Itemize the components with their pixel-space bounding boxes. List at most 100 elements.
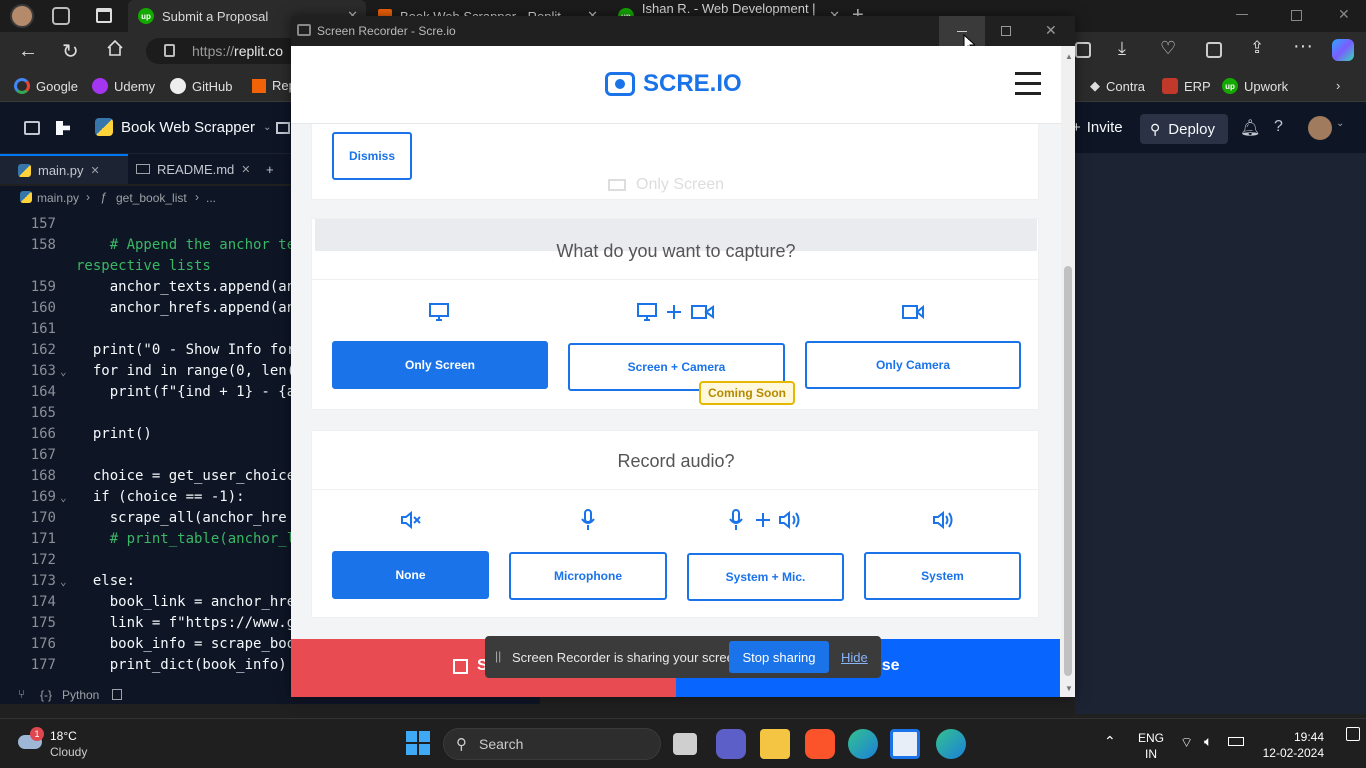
project-selector[interactable]: Book Web Scrapper ⌄ (95, 118, 271, 136)
code-line: print_dict(book_info) (76, 657, 287, 673)
dismiss-button[interactable]: Dismiss (332, 132, 412, 180)
fold-chevron-icon[interactable]: ⌄ (60, 365, 67, 378)
notification-center-icon[interactable] (1346, 727, 1360, 741)
sidebar-toggle-icon[interactable] (24, 121, 40, 135)
workspaces-icon[interactable] (52, 7, 70, 25)
home-icon[interactable] (106, 39, 124, 57)
bookmark-udemy[interactable]: Udemy (92, 78, 155, 94)
replit-logo-icon[interactable] (56, 121, 70, 135)
github-icon (170, 78, 186, 94)
bookmark-google[interactable]: Google (14, 78, 78, 94)
window-close-icon[interactable]: ✕ (1338, 6, 1350, 23)
teams-meet-icon[interactable] (716, 729, 746, 759)
lock-icon (164, 44, 175, 57)
console-icon[interactable] (276, 122, 290, 134)
ghost-label: Only Screen (636, 176, 725, 193)
tab-readme[interactable]: README.md ✕ (136, 154, 260, 184)
notifications-bell-icon[interactable]: 🔔︎ (1240, 118, 1260, 138)
capture-only-camera-button[interactable]: Only Camera (805, 341, 1021, 389)
brave-icon[interactable] (805, 729, 835, 759)
maximize-button[interactable] (1001, 26, 1011, 36)
start-button[interactable] (406, 731, 430, 755)
breadcrumb-more[interactable]: ... (206, 191, 216, 205)
close-tab-icon[interactable]: ✕ (91, 164, 100, 177)
audio-none-button[interactable]: None (332, 551, 489, 599)
language-indicator[interactable]: ENG IN (1138, 730, 1164, 762)
bookmark-contra[interactable]: ◆ Contra (1090, 78, 1145, 94)
more-icon[interactable]: ··· (1293, 35, 1313, 58)
deploy-button[interactable]: ⚲ Deploy (1140, 114, 1228, 144)
wifi-icon[interactable]: ⌔ (1180, 734, 1193, 752)
copilot-icon[interactable] (1332, 39, 1354, 61)
camera-icon (902, 304, 924, 320)
volume-icon[interactable]: 🔈︎ (1204, 733, 1212, 750)
code-editor[interactable]: 157 158 # Append the anchor te respective … (0, 210, 292, 686)
battery-icon[interactable] (1228, 737, 1244, 746)
drag-handle-icon[interactable]: || (495, 649, 501, 663)
refresh-icon[interactable]: ↻ (62, 39, 79, 64)
bookmark-upwork[interactable]: up Upwork (1222, 78, 1288, 94)
monitor-icon (608, 179, 626, 191)
screen-recorder-taskbar-icon[interactable] (890, 729, 920, 759)
close-button[interactable]: ✕ (1045, 22, 1057, 39)
code-line: else: (76, 573, 136, 589)
extension-icon[interactable] (1075, 42, 1091, 58)
window-restore-icon[interactable] (1291, 10, 1302, 21)
recorder-scrollbar[interactable]: ▲ ▼ (1061, 46, 1075, 697)
screen-sharing-bar: || Screen Recorder is sharing your scree… (485, 636, 881, 678)
breadcrumb-file[interactable]: main.py (37, 191, 79, 205)
edge-icon[interactable] (848, 729, 878, 759)
capture-only-screen-button[interactable]: Only Screen (332, 341, 548, 389)
new-editor-tab-button[interactable]: + (266, 154, 274, 184)
taskbar-search[interactable]: ⚲ Search (443, 728, 661, 760)
minimize-button[interactable] (939, 16, 985, 46)
fold-chevron-icon[interactable]: ⌄ (60, 491, 67, 504)
language-label[interactable]: Python (62, 688, 99, 702)
audio-system-button[interactable]: System (864, 552, 1021, 600)
performance-icon[interactable]: ♡ (1160, 38, 1176, 59)
contra-icon: ◆ (1090, 78, 1100, 93)
fold-chevron-icon[interactable]: ⌄ (60, 575, 67, 588)
bookmark-erp[interactable]: ERP (1162, 78, 1211, 94)
invite-button[interactable]: + Invite (1072, 119, 1123, 136)
code-line: book_link = anchor_hre (76, 594, 292, 610)
record-square-icon (453, 659, 468, 674)
chevron-down-icon: ⌄ (262, 121, 272, 133)
task-view-icon[interactable] (673, 733, 697, 755)
back-icon[interactable]: ← (18, 40, 38, 63)
hide-link[interactable]: Hide (841, 650, 868, 665)
tab-main-py[interactable]: main.py ✕ (0, 154, 128, 184)
breadcrumb-function[interactable]: get_book_list (116, 191, 187, 205)
stop-sharing-button[interactable]: Stop sharing (729, 641, 829, 673)
share-icon[interactable]: ⇪ (1250, 38, 1264, 58)
format-icon[interactable] (112, 689, 122, 700)
scroll-up-icon[interactable]: ▲ (1065, 52, 1073, 61)
vertical-tabs-icon[interactable] (96, 8, 112, 23)
badge-label: Coming Soon (708, 386, 786, 400)
close-tab-icon[interactable]: ✕ (241, 163, 250, 176)
tray-chevron-up-icon[interactable]: ⌃ (1104, 733, 1116, 750)
downloads-icon[interactable]: ⤓ (1118, 38, 1126, 59)
window-minimize-icon[interactable] (1236, 14, 1248, 15)
code-line: print("0 - Show Info for (76, 342, 292, 358)
bookmark-github[interactable]: GitHub (170, 78, 232, 94)
edge-profile-icon[interactable] (936, 729, 966, 759)
audio-system-mic-button[interactable]: System + Mic. (687, 553, 844, 601)
hamburger-menu-icon[interactable] (1015, 72, 1041, 96)
chevron-down-icon[interactable]: ⌄ (1336, 118, 1344, 129)
scrollbar-thumb[interactable] (1064, 266, 1072, 676)
user-avatar[interactable] (1308, 116, 1332, 140)
help-icon[interactable]: ? (1274, 118, 1283, 136)
tab-label: README.md (157, 161, 235, 177)
profile-avatar[interactable] (10, 4, 34, 28)
clock[interactable]: 19:44 12-02-2024 (1256, 729, 1324, 761)
bookmark-replit[interactable]: Rep (252, 78, 296, 93)
screenshot-icon[interactable] (1206, 42, 1222, 58)
bookmarks-overflow-icon[interactable]: › (1336, 78, 1340, 93)
audio-microphone-button[interactable]: Microphone (509, 552, 667, 600)
code-line: anchor_hrefs.append(an (76, 300, 292, 316)
logo[interactable]: SCRE.IO (605, 70, 742, 98)
file-explorer-icon[interactable] (760, 729, 790, 759)
address-bar[interactable]: https://replit.co (146, 38, 306, 64)
scroll-down-icon[interactable]: ▼ (1065, 684, 1073, 693)
